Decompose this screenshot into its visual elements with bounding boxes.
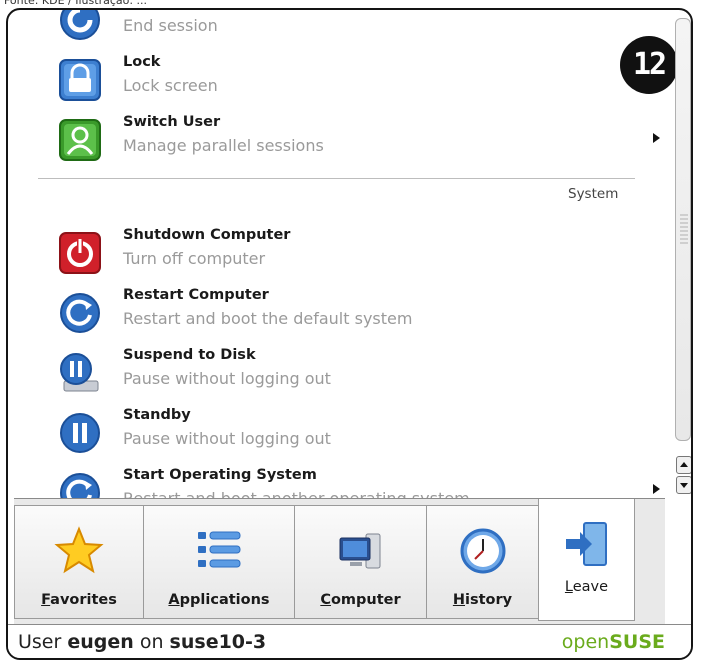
item-subtitle: End session [123, 16, 218, 35]
user-info: User eugen on suse10-3 [18, 631, 266, 653]
tab-label: Leave [564, 579, 609, 595]
tab-label: History [452, 592, 513, 608]
item-title: Switch User [123, 114, 221, 130]
star-icon [54, 526, 104, 574]
item-subtitle: Pause without logging out [123, 429, 331, 448]
item-title: Shutdown Computer [123, 227, 291, 243]
tab-history[interactable]: History [426, 505, 539, 619]
list-item-shutdown[interactable]: Shutdown Computer Turn off computer [48, 225, 648, 285]
computer-icon [339, 533, 380, 569]
list-item-end-session[interactable]: End session [48, 10, 648, 52]
image-caption: Fonte: KDE / Ilustração: ... [4, 0, 148, 7]
list-item-suspend-disk[interactable]: Suspend to Disk Pause without logging ou… [48, 345, 648, 405]
item-title: Restart Computer [123, 287, 269, 303]
username: eugen [67, 631, 134, 653]
item-title: Standby [123, 407, 191, 423]
list-item-standby[interactable]: Standby Pause without logging out [48, 405, 648, 465]
section-separator [38, 178, 635, 179]
opensuse-logo: openSUSE [562, 631, 665, 653]
vertical-scrollbar[interactable] [674, 14, 691, 502]
item-subtitle: Pause without logging out [123, 369, 331, 388]
restart-icon [60, 293, 100, 333]
list-item-switch-user[interactable]: Switch User Manage parallel sessions [48, 112, 660, 172]
tab-label: Favorites [41, 592, 117, 608]
tab-leave[interactable]: Leave [538, 499, 635, 621]
brand-bold: SUSE [609, 631, 665, 653]
list-item-lock[interactable]: Lock Lock screen [48, 52, 648, 112]
item-title: Suspend to Disk [123, 347, 256, 363]
submenu-arrow-icon [653, 484, 660, 494]
status-footer: User eugen on suse10-3 openSUSE [8, 624, 691, 658]
tab-favorites[interactable]: Favorites [14, 505, 144, 619]
item-subtitle: Lock screen [123, 76, 218, 95]
user-middle: on [133, 631, 170, 653]
tab-bar: Favorites Applications Computer History … [14, 498, 665, 624]
scrollbar-thumb[interactable] [675, 18, 691, 441]
item-title: Lock [123, 54, 161, 70]
chevron-down-icon [680, 483, 688, 488]
standby-icon [60, 413, 100, 453]
item-title: Start Operating System [123, 467, 317, 483]
brand-light: open [561, 631, 610, 653]
list-item-start-os[interactable]: Start Operating System Restart and boot … [48, 465, 660, 502]
step-number-badge: 12 [620, 36, 678, 94]
scroll-up-button[interactable] [676, 456, 691, 474]
tab-label: Computer [320, 592, 401, 608]
scrollbar-grip [680, 214, 688, 244]
leave-door-icon [565, 522, 607, 566]
item-subtitle: Turn off computer [123, 249, 266, 268]
kickoff-menu: End session Lock Lock screen Switch User… [6, 8, 693, 660]
suspend-disk-icon [60, 353, 99, 392]
applications-list-icon [198, 531, 241, 568]
tab-computer[interactable]: Computer [294, 505, 427, 619]
list-item-restart[interactable]: Restart Computer Restart and boot the de… [48, 285, 648, 345]
user-prefix: User [18, 631, 68, 653]
tab-label: Applications [168, 592, 270, 608]
lock-icon [59, 59, 101, 101]
section-label-system: System [568, 186, 619, 202]
item-subtitle: Manage parallel sessions [123, 136, 324, 155]
hostname: suse10-3 [169, 631, 267, 653]
switch-user-icon [59, 119, 101, 161]
tab-applications[interactable]: Applications [143, 505, 295, 619]
item-subtitle: Restart and boot the default system [123, 309, 413, 328]
logout-icon [60, 10, 100, 40]
submenu-arrow-icon [653, 133, 660, 143]
leave-list: End session Lock Lock screen Switch User… [8, 10, 668, 502]
scroll-down-button[interactable] [676, 476, 691, 494]
power-icon [59, 232, 101, 274]
clock-icon [460, 528, 505, 574]
chevron-up-icon [680, 462, 688, 467]
